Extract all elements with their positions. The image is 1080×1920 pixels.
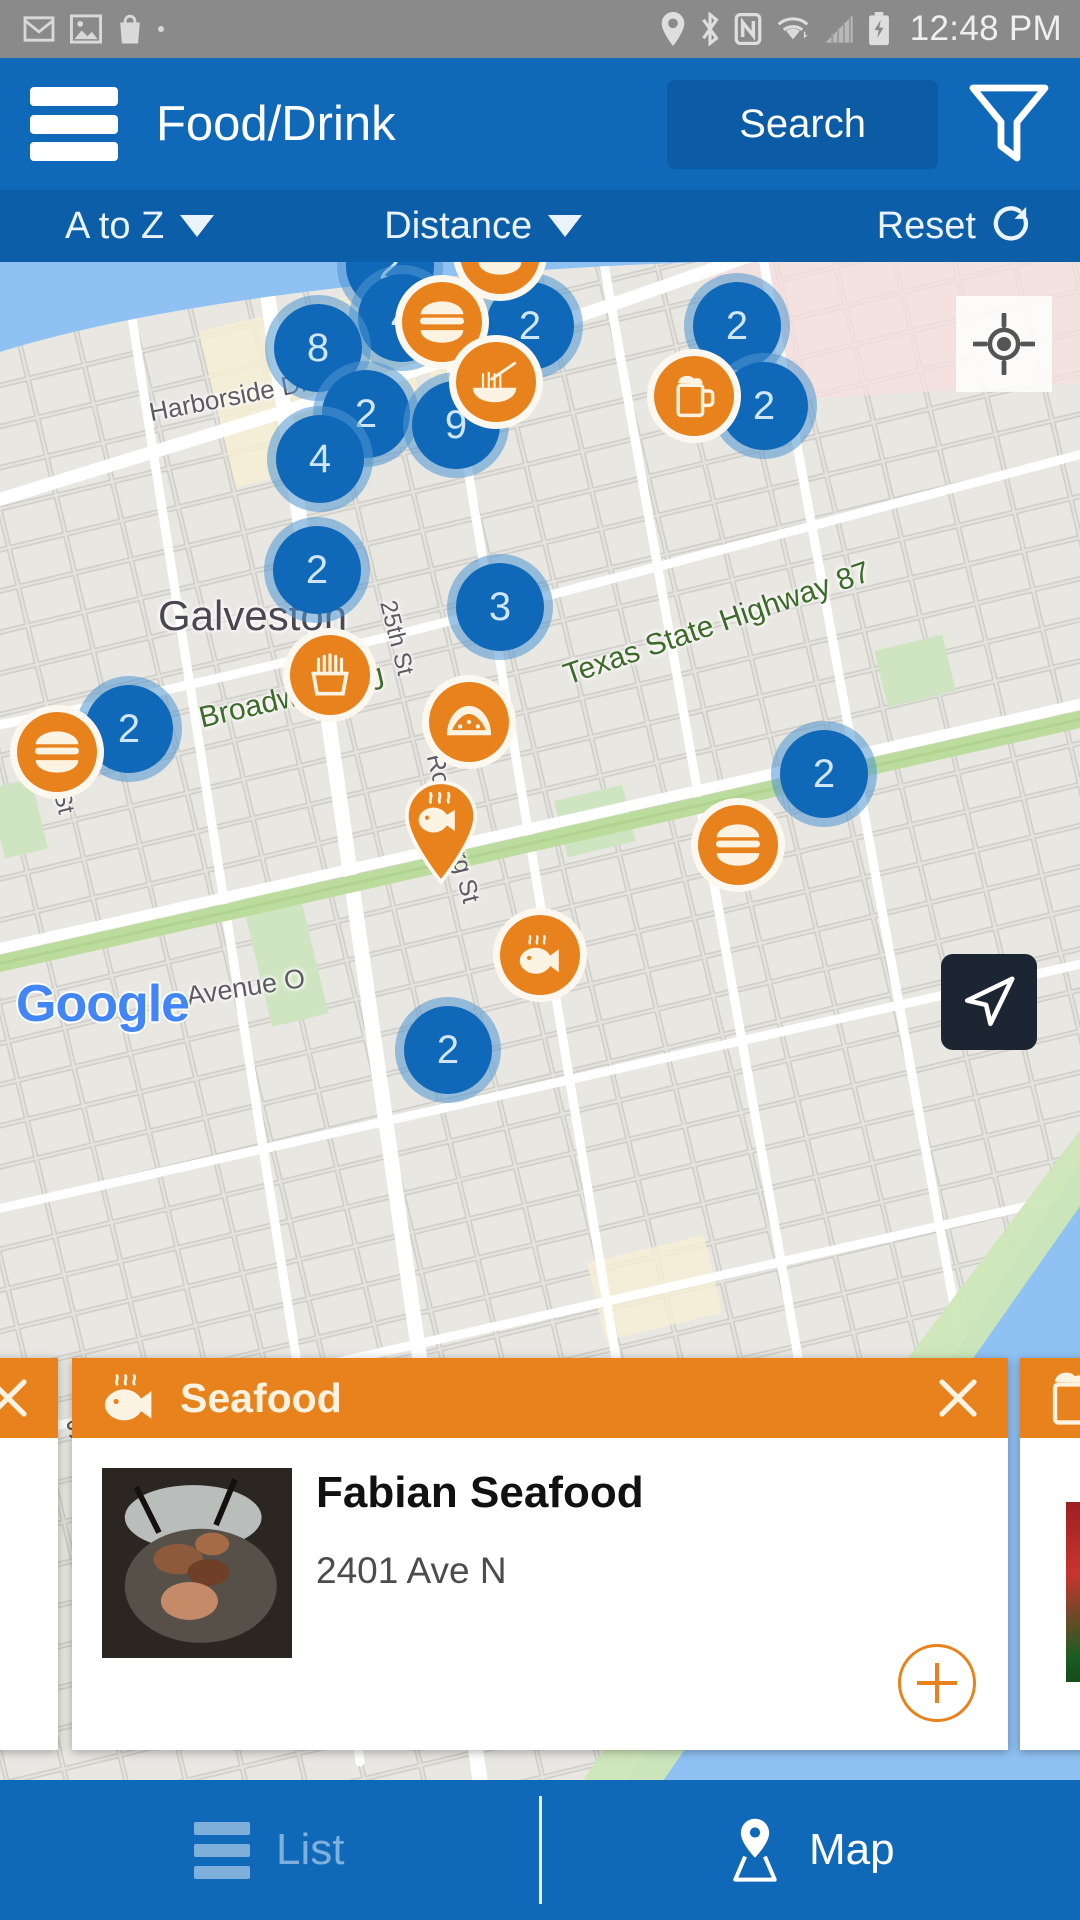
bluetooth-icon: [701, 12, 719, 46]
poi-card-next[interactable]: [1020, 1358, 1080, 1750]
poi-marker-seafood[interactable]: [500, 915, 580, 995]
refresh-icon: [993, 206, 1029, 241]
crosshair-icon: [973, 313, 1035, 375]
poi-address: 2401 Ave N: [316, 1550, 507, 1591]
wifi-icon: [777, 17, 809, 40]
cluster-marker[interactable]: 2: [720, 362, 808, 450]
poi-card-previous[interactable]: [0, 1358, 58, 1750]
app-root: 12:48 PM Food/Drink Search A to Z Distan…: [0, 0, 1080, 1920]
card-category-label: Seafood: [180, 1374, 342, 1421]
my-location-button[interactable]: [956, 296, 1052, 392]
cellular-signal-icon: [825, 15, 853, 43]
status-bar-notifications: [22, 14, 164, 45]
poi-marker-beer[interactable]: [654, 356, 734, 436]
photos-icon: [70, 14, 102, 44]
card-body: Fabian Seafood 2401 Ave N: [72, 1438, 1008, 1750]
add-button[interactable]: [898, 1644, 976, 1722]
chevron-down-icon: [548, 215, 583, 237]
reset-label: Reset: [876, 204, 976, 247]
cluster-marker[interactable]: 2: [693, 282, 781, 370]
chevron-down-icon: [180, 215, 215, 237]
card-header: [1020, 1358, 1080, 1438]
poi-marker-taco[interactable]: [429, 682, 509, 762]
selected-poi-pin[interactable]: [402, 780, 480, 885]
tab-map-label: Map: [808, 1825, 895, 1874]
cluster-marker[interactable]: 2: [85, 685, 173, 773]
taco-icon: [446, 705, 492, 736]
sort-alpha-dropdown[interactable]: A to Z: [65, 204, 215, 248]
tab-list-label: List: [276, 1825, 345, 1874]
sort-alpha-label: A to Z: [65, 204, 165, 247]
bag-icon: [120, 14, 140, 43]
close-icon[interactable]: [934, 1374, 982, 1422]
battery-icon: [868, 12, 889, 46]
reset-button[interactable]: Reset: [877, 204, 1032, 248]
google-logo: Google: [16, 975, 190, 1033]
status-bar: 12:48 PM: [0, 0, 1080, 58]
app-bar: Food/Drink Search: [0, 58, 1080, 190]
navigation-arrow-icon: [964, 976, 1015, 1027]
funnel-filter-icon[interactable]: [968, 82, 1050, 166]
nfc-icon: [734, 13, 762, 45]
close-icon[interactable]: [0, 1374, 32, 1422]
gmail-icon: [23, 16, 55, 42]
bottom-navigation: List Map: [0, 1780, 1080, 1920]
sort-distance-dropdown[interactable]: Distance: [384, 204, 583, 248]
poi-thumbnail: [102, 1468, 292, 1658]
beer-icon: [1052, 1372, 1080, 1425]
poi-card-carousel[interactable]: Seafood Fabian Seafood 2401 Ave N: [0, 1358, 1080, 1750]
search-button[interactable]: Search: [667, 79, 938, 169]
poi-name: Fabian Seafood: [316, 1468, 644, 1517]
poi-marker-noodles[interactable]: [456, 342, 536, 422]
fish-icon: [104, 1374, 152, 1421]
page-title: Food/Drink: [156, 97, 396, 151]
cluster-marker[interactable]: 2: [273, 526, 361, 614]
status-bar-system: 12:48 PM: [660, 9, 1062, 49]
sort-filter-bar: A to Z Distance Reset: [0, 190, 1080, 262]
tab-list[interactable]: List: [0, 1780, 539, 1920]
fries-icon: [311, 653, 349, 696]
poi-marker-burger[interactable]: [17, 712, 97, 792]
card-header: Seafood: [72, 1358, 1008, 1438]
list-icon: [194, 1821, 250, 1879]
navigate-button[interactable]: [941, 954, 1037, 1050]
location-icon: [661, 12, 685, 46]
cluster-marker[interactable]: 3: [456, 563, 544, 651]
cluster-marker[interactable]: 4: [276, 415, 364, 503]
burger-icon: [419, 301, 465, 343]
hamburger-menu-icon[interactable]: [30, 87, 118, 161]
fish-icon: [519, 935, 559, 974]
clock: 12:48 PM: [909, 9, 1062, 48]
beer-icon: [676, 375, 715, 418]
noodles-icon: [472, 361, 517, 403]
poi-thumbnail: [1066, 1502, 1080, 1682]
burger-icon: [34, 731, 80, 773]
card-body: [1020, 1438, 1080, 1750]
card-header: [0, 1358, 58, 1438]
map-pin-icon: [733, 1818, 777, 1882]
cluster-marker[interactable]: 2: [780, 730, 868, 818]
cluster-marker[interactable]: 2: [404, 1006, 492, 1094]
burger-icon: [715, 824, 761, 866]
map-pin-icon: [404, 780, 478, 885]
burger-icon: [478, 262, 522, 275]
poi-card-current[interactable]: Seafood Fabian Seafood 2401 Ave N: [72, 1358, 1008, 1750]
card-body: [0, 1438, 58, 1750]
tab-map[interactable]: Map: [542, 1780, 1080, 1920]
poi-marker-fries[interactable]: [290, 635, 370, 715]
sort-distance-label: Distance: [384, 204, 533, 247]
dot-icon: [158, 26, 164, 32]
poi-marker-burger[interactable]: [698, 805, 778, 885]
